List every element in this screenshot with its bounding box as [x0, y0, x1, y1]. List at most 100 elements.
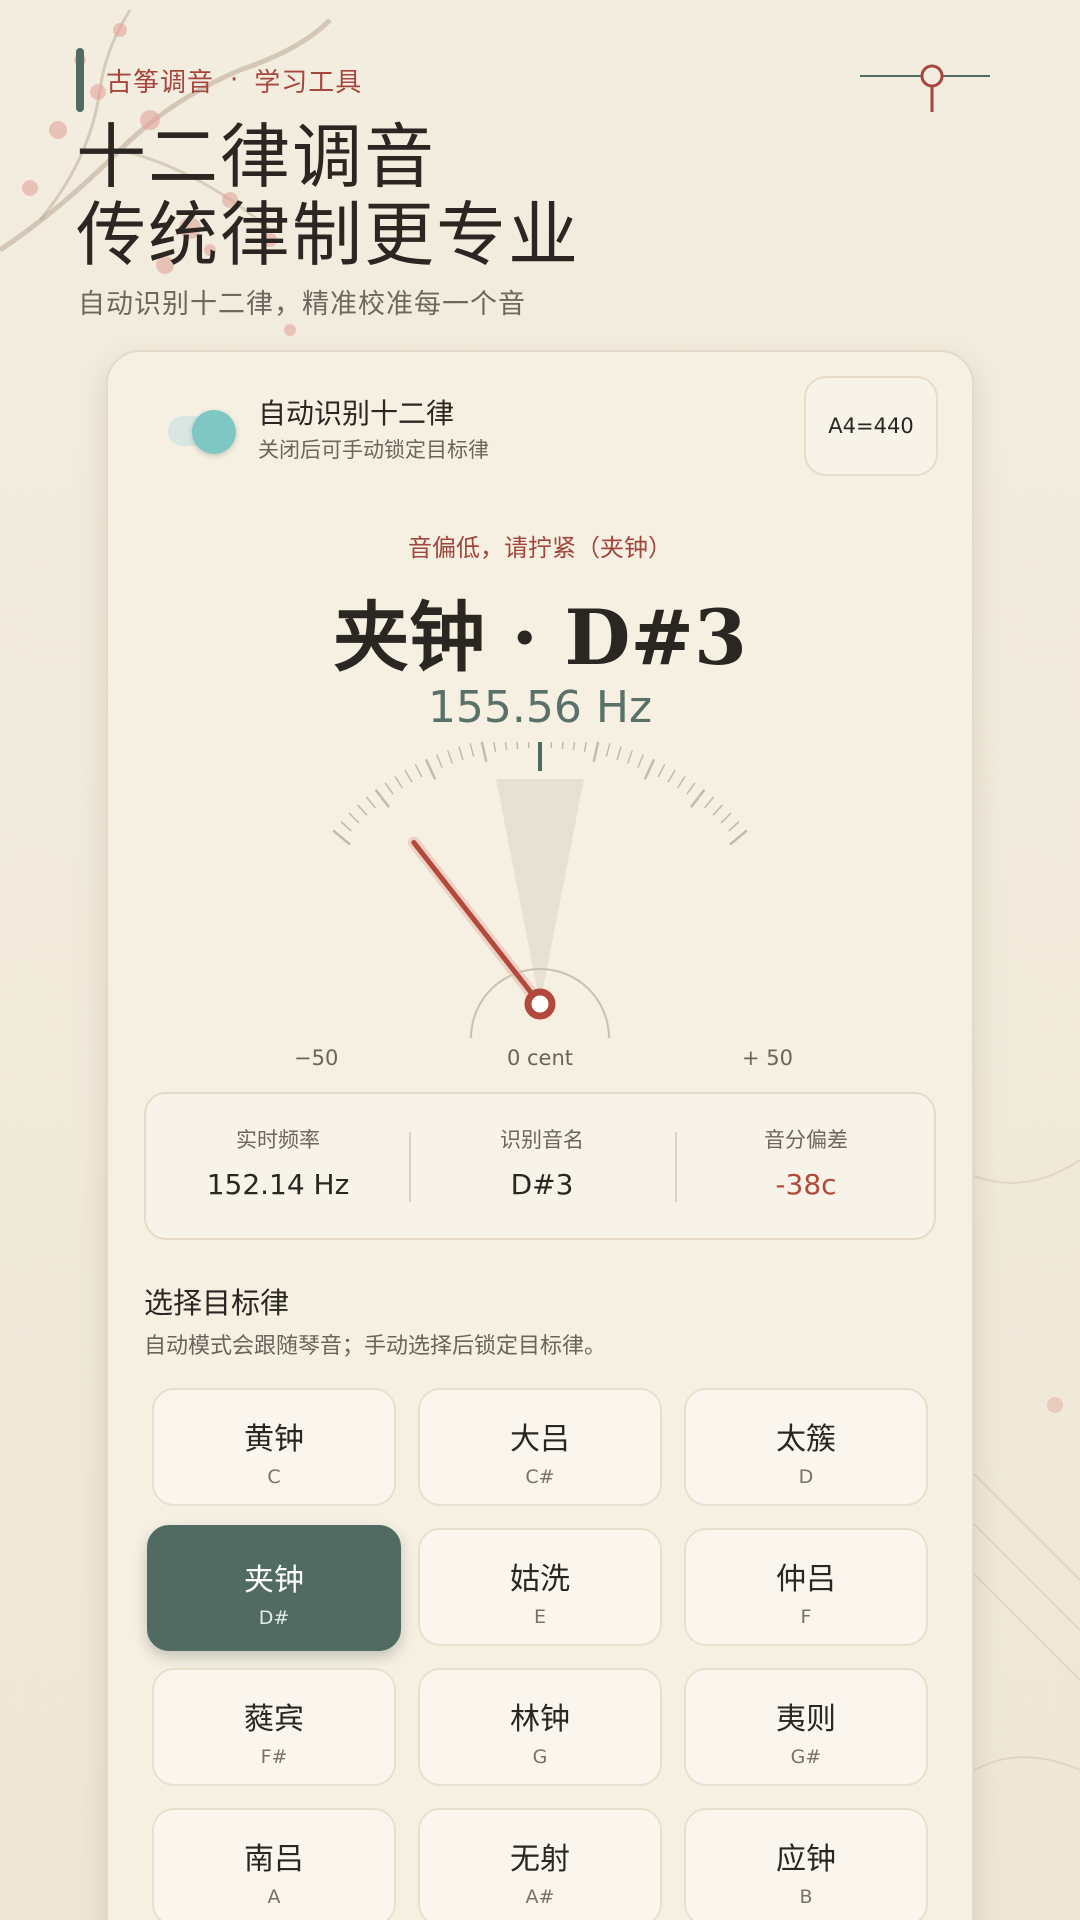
gauge-tick: [637, 754, 645, 768]
lu-option[interactable]: 黄钟 C: [152, 1388, 396, 1506]
lu-option-note: A: [267, 1886, 281, 1908]
gauge-tick: [458, 746, 464, 761]
auto-detect-toggle[interactable]: [168, 410, 236, 454]
gauge-tick: [504, 742, 508, 751]
gauge-tick: [592, 742, 600, 763]
tuning-peg-icon: [860, 64, 990, 112]
lu-option-name: 仲吕: [776, 1562, 836, 1597]
lu-option-selected[interactable]: 夹钟 D#: [147, 1525, 401, 1651]
tuning-readout-panel: 实时频率 152.14 Hz 识别音名 D#3 音分偏差 -38c: [144, 1092, 936, 1240]
lu-option[interactable]: 林钟 G: [418, 1668, 662, 1786]
lu-option-name: 黄钟: [244, 1422, 304, 1457]
brand-subtitle: 学习工具: [254, 67, 363, 98]
gauge-center-label: 0 cent: [506, 1046, 574, 1070]
gauge-tick: [480, 742, 488, 763]
lu-option[interactable]: 蕤宾 F#: [152, 1668, 396, 1786]
auto-detect-subtitle: 关闭后可手动锁定目标律: [258, 438, 489, 462]
readout-note-label: 识别音名: [500, 1128, 584, 1152]
brand-separator: ·: [230, 65, 239, 95]
gauge-tick: [332, 829, 351, 846]
lu-option-note: F#: [260, 1746, 288, 1768]
gauge-tick: [626, 750, 634, 764]
gauge-tick: [729, 829, 748, 846]
auto-detect-title: 自动识别十二律: [258, 397, 455, 430]
lu-option[interactable]: 南吕 A: [152, 1808, 396, 1920]
lu-option-name: 无射: [510, 1842, 570, 1877]
app-brand: 古筝调音 · 学习工具: [76, 48, 362, 112]
page-headline: 十二律调音 传统律制更专业: [76, 118, 580, 274]
gauge-tick: [404, 769, 413, 783]
brand-accent-bar: [76, 48, 84, 112]
gauge-tick: [516, 742, 519, 750]
toggle-knob: [192, 410, 236, 454]
gauge-tick: [469, 743, 475, 757]
readout-note: 识别音名 D#3: [410, 1124, 674, 1201]
gauge-tick: [493, 742, 497, 753]
reference-pitch-button[interactable]: A4=440: [804, 376, 938, 476]
gauge-tick: [657, 764, 666, 778]
gauge-tick: [374, 789, 391, 809]
lu-option-name: 姑洗: [510, 1562, 570, 1597]
lu-option-name: 林钟: [510, 1702, 570, 1737]
detected-note: 夹钟 · D#3: [333, 593, 747, 682]
gauge-tick: [720, 812, 732, 824]
lu-option-note: A#: [525, 1886, 555, 1908]
headline-line-1: 十二律调音: [76, 116, 436, 198]
gauge-tick: [527, 742, 530, 749]
lu-option-name: 蕤宾: [244, 1702, 304, 1737]
gauge-tick: [616, 746, 622, 761]
readout-frequency: 实时频率 152.14 Hz: [146, 1124, 410, 1201]
gauge-tick: [572, 742, 576, 751]
lu-option-note: D: [798, 1466, 814, 1488]
target-frequency: 155.56 Hz: [427, 682, 653, 733]
target-section-title: 选择目标律: [144, 1286, 290, 1320]
lu-option[interactable]: 无射 A#: [418, 1808, 662, 1920]
readout-frequency-value: 152.14 Hz: [206, 1168, 350, 1201]
gauge-tick: [348, 812, 360, 824]
tuning-status: 音偏低，请拧紧（夹钟）: [408, 534, 672, 562]
readout-cents-value: -38c: [775, 1168, 837, 1201]
readout-note-value: D#3: [510, 1168, 574, 1201]
lu-option-note: C: [267, 1466, 281, 1488]
readout-cents: 音分偏差 -38c: [674, 1124, 938, 1201]
gauge-tick: [676, 775, 686, 789]
gauge-tick: [340, 821, 352, 832]
lu-option[interactable]: 姑洗 E: [418, 1528, 662, 1646]
readout-cents-label: 音分偏差: [764, 1128, 848, 1152]
lu-option-name: 夷则: [776, 1702, 836, 1737]
lu-option-name: 夹钟: [244, 1563, 304, 1598]
gauge-tick: [643, 758, 656, 780]
gauge-tick: [712, 804, 723, 816]
lu-option-note: B: [799, 1886, 813, 1908]
lu-option-name: 应钟: [776, 1842, 836, 1877]
gauge-tick: [424, 758, 437, 780]
gauge-tick: [414, 764, 423, 778]
gauge-tick: [365, 796, 377, 809]
gauge-tick: [435, 754, 443, 768]
lu-option-note: C#: [525, 1466, 555, 1488]
lu-option[interactable]: 夷则 G#: [684, 1668, 928, 1786]
lu-option-note: E: [533, 1606, 546, 1628]
page-subtitle: 自动识别十二律，精准校准每一个音: [78, 289, 526, 320]
tuner-card: 自动识别十二律 关闭后可手动锁定目标律 A4=440 音偏低，请拧紧（夹钟） 夹…: [106, 350, 974, 1920]
brand-title: 古筝调音: [106, 67, 215, 98]
gauge-tick: [689, 789, 706, 809]
gauge-tick: [686, 782, 696, 795]
needle-pivot: [524, 988, 556, 1020]
readout-frequency-label: 实时频率: [236, 1128, 320, 1152]
gauge-tick: [357, 804, 368, 816]
gauge-tick: [550, 742, 553, 749]
gauge-tick: [394, 775, 404, 789]
lu-option[interactable]: 大吕 C#: [418, 1388, 662, 1506]
lu-option-name: 太簇: [776, 1422, 836, 1457]
lu-option[interactable]: 太簇 D: [684, 1388, 928, 1506]
lu-option-note: F: [800, 1606, 812, 1628]
gauge-max-label: + 50: [742, 1046, 793, 1070]
lu-option[interactable]: 仲吕 F: [684, 1528, 928, 1646]
gauge-tick: [561, 742, 564, 750]
gauge-tick: [667, 769, 676, 783]
lu-option-note: D#: [258, 1607, 290, 1629]
lu-option[interactable]: 应钟 B: [684, 1808, 928, 1920]
gauge-tick: [703, 796, 715, 809]
lu-option-name: 大吕: [510, 1422, 570, 1457]
